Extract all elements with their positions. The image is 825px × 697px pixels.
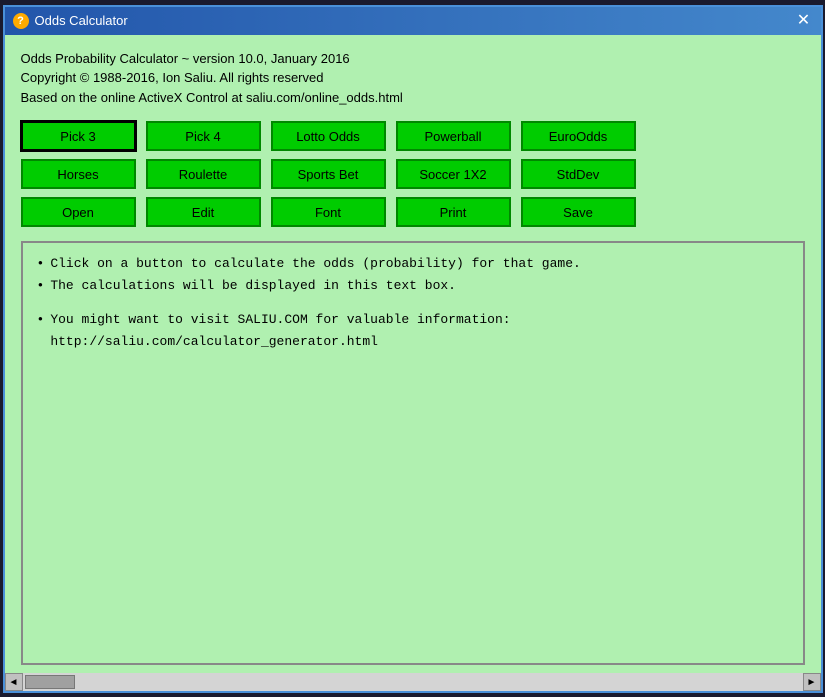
- button-row-3: Open Edit Font Print Save: [21, 197, 805, 227]
- output-text-4: http://saliu.com/calculator_generator.ht…: [50, 331, 788, 353]
- pick3-button[interactable]: Pick 3: [21, 121, 136, 151]
- edit-button[interactable]: Edit: [146, 197, 261, 227]
- powerball-button[interactable]: Powerball: [396, 121, 511, 151]
- euroodds-button[interactable]: EuroOdds: [521, 121, 636, 151]
- app-icon: ?: [13, 13, 29, 29]
- header-text: Odds Probability Calculator ~ version 10…: [21, 49, 805, 108]
- output-text-1: Click on a button to calculate the odds …: [50, 253, 788, 275]
- lotto-odds-button[interactable]: Lotto Odds: [271, 121, 386, 151]
- pick4-button[interactable]: Pick 4: [146, 121, 261, 151]
- output-text-2: The calculations will be displayed in th…: [50, 275, 788, 297]
- button-rows: Pick 3 Pick 4 Lotto Odds Powerball EuroO…: [21, 121, 805, 227]
- open-button[interactable]: Open: [21, 197, 136, 227]
- roulette-button[interactable]: Roulette: [146, 159, 261, 189]
- scroll-track[interactable]: [23, 673, 803, 691]
- header-line1: Odds Probability Calculator ~ version 10…: [21, 49, 805, 69]
- output-blank-1: [37, 297, 789, 309]
- close-button[interactable]: ✕: [795, 12, 813, 30]
- output-box[interactable]: • Click on a button to calculate the odd…: [21, 241, 805, 665]
- horses-button[interactable]: Horses: [21, 159, 136, 189]
- output-line-4: • http://saliu.com/calculator_generator.…: [37, 331, 789, 353]
- sports-bet-button[interactable]: Sports Bet: [271, 159, 386, 189]
- output-line-1: • Click on a button to calculate the odd…: [37, 253, 789, 275]
- scroll-right-button[interactable]: ►: [803, 673, 821, 691]
- bullet-1: •: [37, 253, 45, 275]
- horizontal-scrollbar[interactable]: ◄ ►: [5, 673, 821, 691]
- header-line2: Copyright © 1988-2016, Ion Saliu. All ri…: [21, 68, 805, 88]
- output-line-2: • The calculations will be displayed in …: [37, 275, 789, 297]
- scroll-left-button[interactable]: ◄: [5, 673, 23, 691]
- soccer-button[interactable]: Soccer 1X2: [396, 159, 511, 189]
- title-bar: ? Odds Calculator ✕: [5, 7, 821, 35]
- stddev-button[interactable]: StdDev: [521, 159, 636, 189]
- print-button[interactable]: Print: [396, 197, 511, 227]
- header-line3: Based on the online ActiveX Control at s…: [21, 88, 805, 108]
- bullet-3: •: [37, 309, 45, 331]
- button-row-2: Horses Roulette Sports Bet Soccer 1X2 St…: [21, 159, 805, 189]
- button-row-1: Pick 3 Pick 4 Lotto Odds Powerball EuroO…: [21, 121, 805, 151]
- main-window: ? Odds Calculator ✕ Odds Probability Cal…: [3, 5, 823, 693]
- save-button[interactable]: Save: [521, 197, 636, 227]
- output-line-3: • You might want to visit SALIU.COM for …: [37, 309, 789, 331]
- bullet-2: •: [37, 275, 45, 297]
- output-text-3: You might want to visit SALIU.COM for va…: [50, 309, 788, 331]
- window-title: Odds Calculator: [35, 13, 128, 28]
- title-bar-left: ? Odds Calculator: [13, 13, 128, 29]
- content-area: Odds Probability Calculator ~ version 10…: [5, 35, 821, 673]
- font-button[interactable]: Font: [271, 197, 386, 227]
- scroll-thumb[interactable]: [25, 675, 75, 689]
